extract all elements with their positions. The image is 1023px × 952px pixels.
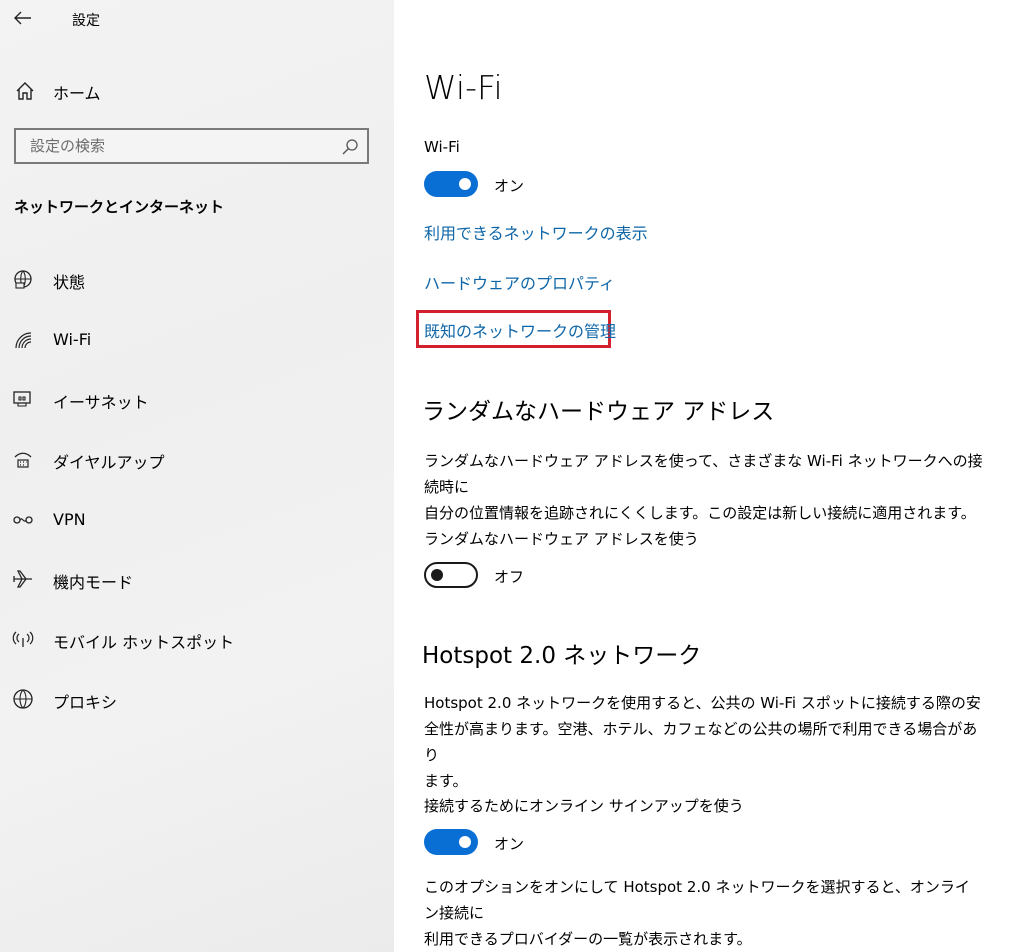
toggle-knob (459, 836, 471, 848)
random-hw-desc-line: ランダムなハードウェア アドレスを使って、さまざまな Wi-Fi ネットワークへ… (424, 452, 983, 496)
hotspot-desc-line: 全性が高まります。空港、ホテル、カフェなどの公共の場所で利用できる場合があり (424, 720, 978, 764)
random-hw-toggle[interactable] (424, 562, 478, 588)
page-title: Wi-Fi (424, 68, 503, 107)
sidebar-item-wifi[interactable]: Wi-Fi (0, 318, 394, 362)
hotspot-icon (12, 631, 34, 647)
hotspot-note: このオプションをオンにして Hotspot 2.0 ネットワークを選択すると、オ… (424, 874, 984, 952)
toggle-knob (459, 178, 471, 190)
wifi-label: Wi-Fi (424, 138, 460, 156)
random-hw-heading: ランダムなハードウェア アドレス (422, 399, 775, 425)
dialup-icon (14, 452, 32, 468)
sidebar-item-label: プロキシ (53, 693, 118, 712)
ethernet-icon (13, 391, 31, 407)
sidebar-item-status[interactable]: 状態 (0, 257, 394, 301)
back-arrow-icon (14, 11, 31, 25)
available-networks-link[interactable]: 利用できるネットワークの表示 (424, 220, 648, 244)
search-icon[interactable] (341, 138, 359, 156)
wifi-icon (15, 332, 32, 349)
hotspot-toggle-state: オン (494, 835, 525, 853)
sidebar-item-hotspot[interactable]: モバイル ホットスポット (0, 617, 394, 661)
hotspot-desc-line: ます。 (424, 772, 468, 790)
sidebar-item-proxy[interactable]: プロキシ (0, 677, 394, 721)
sidebar-item-label: Wi-Fi (53, 330, 92, 349)
title-bar: 設定 (0, 0, 394, 38)
home-icon (16, 82, 34, 100)
sidebar-item-label: VPN (53, 510, 86, 529)
hotspot-note-line: 利用できるプロバイダーの一覧が表示されます。 (424, 930, 752, 948)
random-hw-toggle-label: ランダムなハードウェア アドレスを使う (424, 530, 699, 548)
sidebar-item-label: モバイル ホットスポット (53, 633, 235, 652)
vpn-icon (13, 516, 33, 524)
sidebar-item-label: ダイヤルアップ (53, 453, 165, 472)
hotspot-description: Hotspot 2.0 ネットワークを使用すると、公共の Wi-Fi スポットに… (424, 690, 984, 794)
sidebar-item-airplane[interactable]: 機内モード (0, 557, 394, 601)
search-input[interactable] (16, 130, 350, 162)
app-title: 設定 (72, 13, 100, 29)
hotspot-heading: Hotspot 2.0 ネットワーク (422, 643, 702, 669)
airplane-icon (13, 570, 32, 588)
nav-home[interactable]: ホーム (0, 70, 394, 110)
main-panel: Wi-Fi Wi-Fi オン 利用できるネットワークの表示 ハードウェアのプロパ… (394, 0, 1023, 952)
random-hw-desc-line: 自分の位置情報を追跡されにくくします。この設定は新しい接続に適用されます。 (424, 504, 976, 522)
sidebar-item-label: 機内モード (53, 573, 134, 592)
random-hw-description: ランダムなハードウェア アドレスを使って、さまざまな Wi-Fi ネットワークへ… (424, 448, 984, 526)
hardware-properties-link[interactable]: ハードウェアのプロパティ (424, 270, 615, 294)
back-button[interactable] (10, 6, 36, 30)
wifi-toggle[interactable] (424, 171, 478, 197)
random-hw-toggle-state: オフ (494, 568, 525, 586)
nav-home-label: ホーム (53, 84, 101, 103)
sidebar-item-vpn[interactable]: VPN (0, 498, 394, 542)
hotspot-desc-line: Hotspot 2.0 ネットワークを使用すると、公共の Wi-Fi スポットに… (424, 694, 981, 712)
status-globe-icon (14, 270, 32, 289)
manage-known-networks-link[interactable]: 既知のネットワークの管理 (424, 318, 616, 342)
toggle-knob (431, 569, 443, 581)
sidebar-item-label: 状態 (53, 273, 86, 292)
hotspot-toggle[interactable] (424, 829, 478, 855)
search-box (14, 128, 369, 164)
section-title: ネットワークとインターネット (14, 198, 225, 216)
sidebar-item-label: イーサネット (53, 393, 149, 412)
sidebar: 設定 ホーム ネットワークとインターネット 状態 Wi-Fi (0, 0, 394, 952)
hotspot-note-line: このオプションをオンにして Hotspot 2.0 ネットワークを選択すると、オ… (424, 878, 970, 922)
sidebar-item-dialup[interactable]: ダイヤルアップ (0, 437, 394, 481)
hotspot-toggle-label: 接続するためにオンライン サインアップを使う (424, 797, 744, 815)
wifi-toggle-state: オン (494, 177, 525, 195)
sidebar-item-ethernet[interactable]: イーサネット (0, 377, 394, 421)
globe-icon (13, 689, 33, 709)
